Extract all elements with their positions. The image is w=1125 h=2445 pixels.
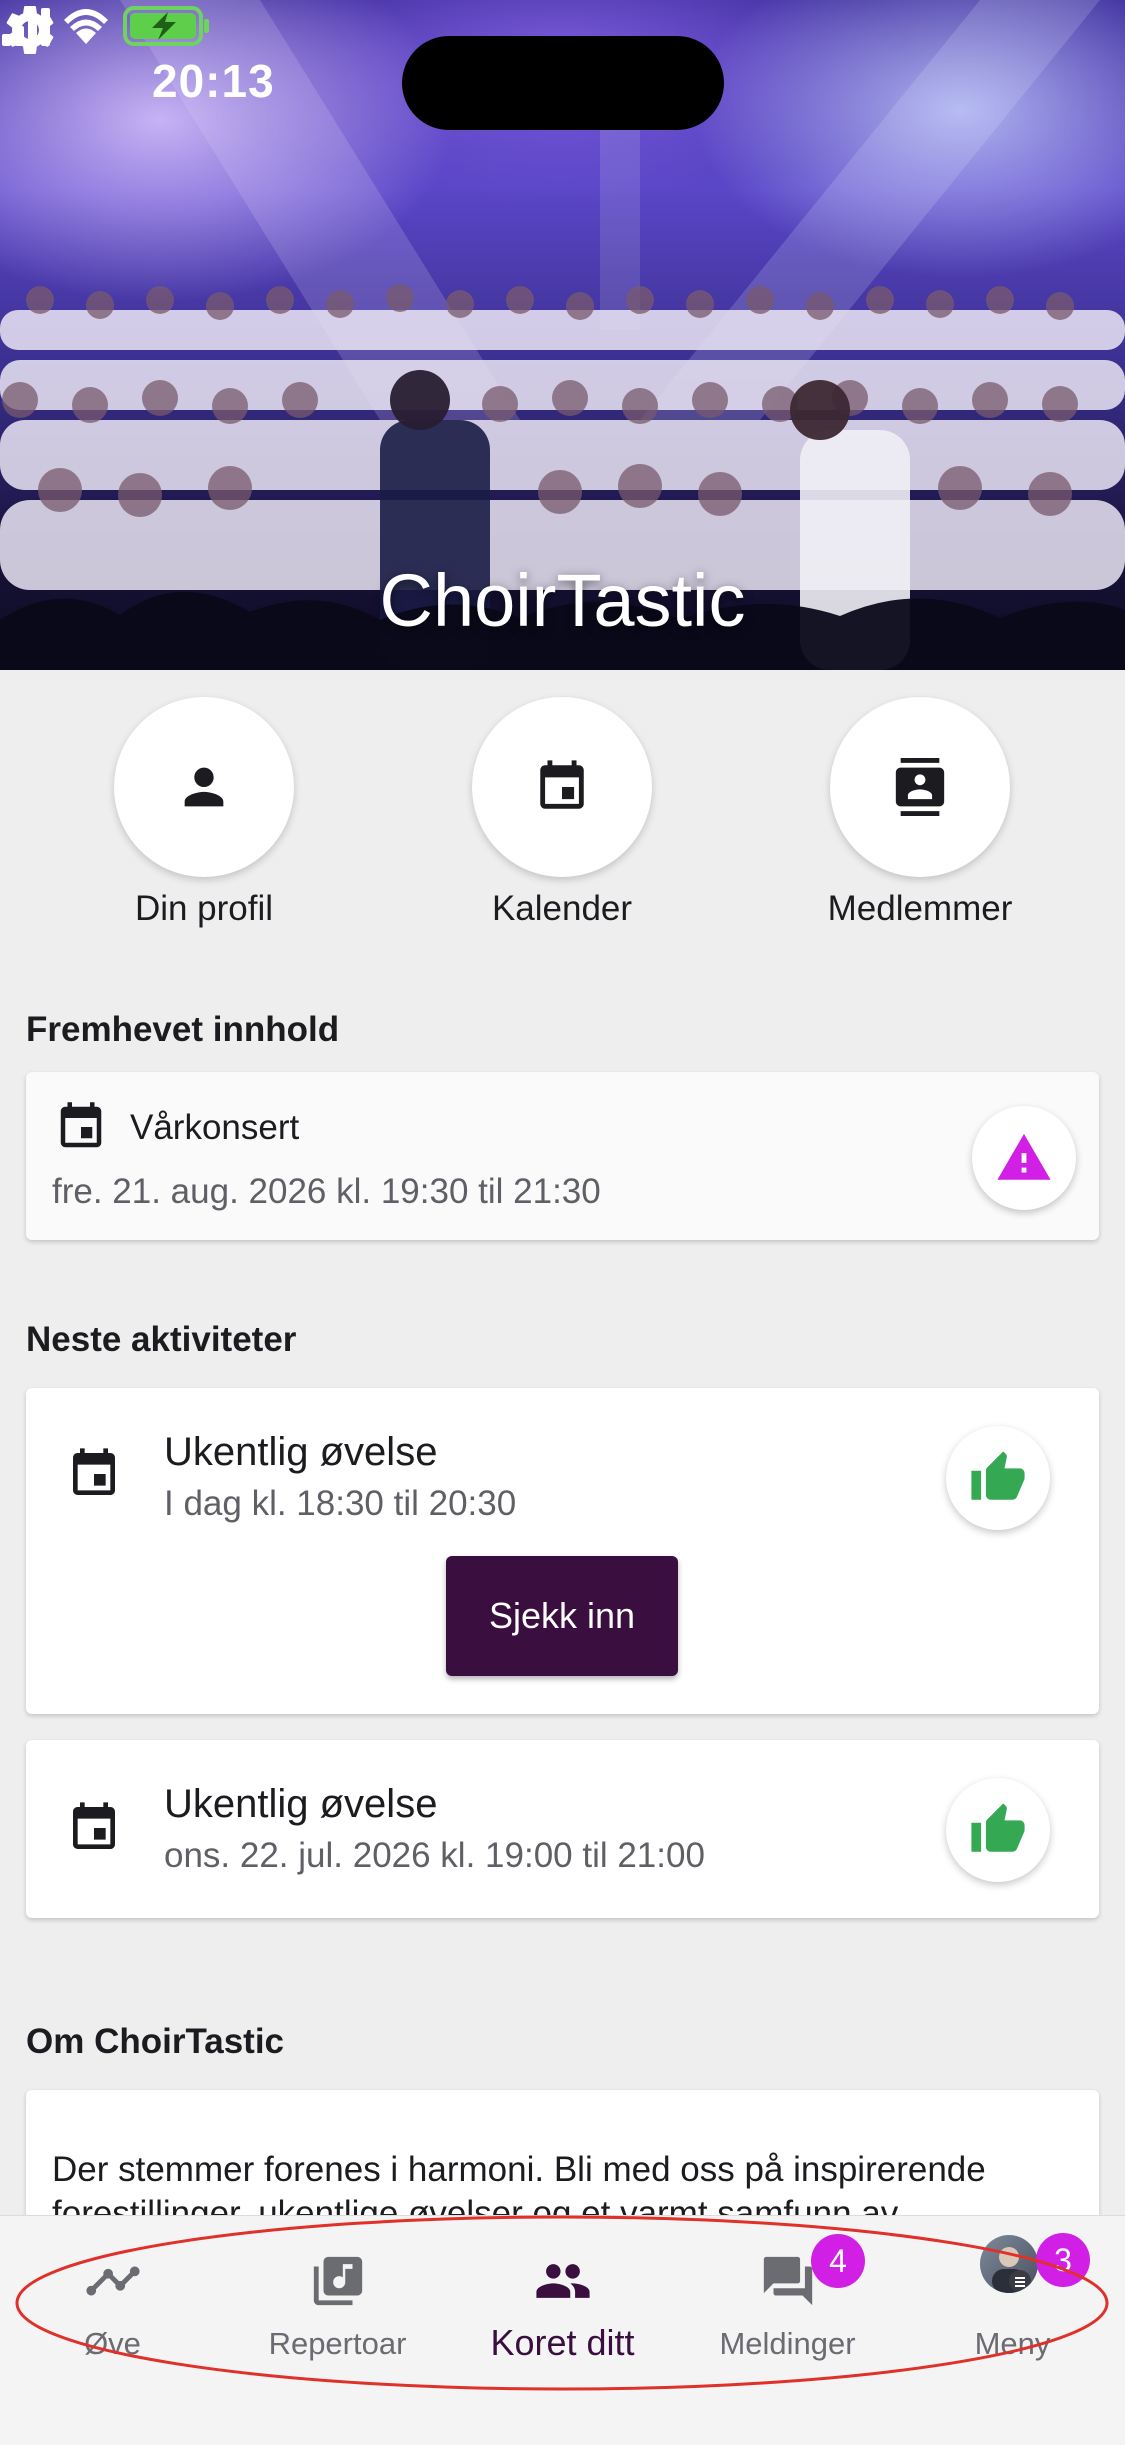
activities-section-title: Neste aktiviteter: [26, 1320, 297, 1359]
activity-title: Ukentlig øvelse: [164, 1782, 438, 1826]
battery-charging-icon: [123, 6, 209, 46]
menu-badge: 3: [1036, 2233, 1090, 2287]
profile-button[interactable]: [114, 697, 294, 877]
nav-item-koret-ditt[interactable]: Koret ditt: [450, 2234, 675, 2363]
featured-event-name: Vårkonsert: [130, 1108, 300, 1147]
featured-event-date: fre. 21. aug. 2026 kl. 19:30 til 21:30: [52, 1172, 601, 1211]
hero-banner: 20:13 ChoirTastic: [0, 0, 1125, 670]
wifi-icon: [64, 9, 108, 44]
quick-action-members[interactable]: Medlemmer: [828, 697, 1012, 928]
messages-badge: 4: [811, 2234, 865, 2288]
group-icon: [536, 2264, 590, 2298]
thumbs-up-icon: [971, 1803, 1025, 1852]
nav-label: Øve: [84, 2326, 141, 2361]
attendance-button[interactable]: [946, 1778, 1050, 1882]
attendance-button[interactable]: [946, 1426, 1050, 1530]
music-library-icon: [313, 2256, 363, 2306]
avatar-image: [992, 2247, 1031, 2293]
featured-section-title: Fremhevet innhold: [26, 1010, 340, 1049]
about-section-title: Om ChoirTastic: [26, 2022, 285, 2061]
members-button[interactable]: [830, 697, 1010, 877]
calendar-icon: [60, 1102, 102, 1148]
nav-label: Repertoar: [268, 2326, 407, 2361]
activity-title: Ukentlig øvelse: [164, 1430, 438, 1474]
warning-icon: [997, 1133, 1051, 1180]
featured-event-card[interactable]: Vårkonsert fre. 21. aug. 2026 kl. 19:30 …: [26, 1072, 1099, 1240]
contacts-icon: [895, 758, 945, 816]
person-icon: [184, 767, 224, 807]
status-bar: 20:13: [0, 0, 1125, 150]
calendar-icon: [73, 1802, 115, 1849]
nav-item-repertoar[interactable]: Repertoar: [225, 2234, 450, 2361]
nav-item-meldinger[interactable]: 4 Meldinger: [675, 2234, 900, 2361]
choir-name-title: ChoirTastic: [379, 559, 746, 642]
featured-warning-button[interactable]: [972, 1106, 1076, 1210]
activity-time: I dag kl. 18:30 til 20:30: [164, 1484, 517, 1523]
nav-label: Koret ditt: [490, 2322, 635, 2363]
nav-item-ove[interactable]: Øve: [0, 2234, 225, 2361]
quick-action-profile[interactable]: Din profil: [114, 697, 294, 928]
settings-gear-icon[interactable]: [0, 0, 60, 60]
user-avatar[interactable]: [980, 2235, 1038, 2293]
chat-icon: [763, 2256, 813, 2306]
quick-action-label: Medlemmer: [827, 889, 1013, 928]
activity-time: ons. 22. jul. 2026 kl. 19:00 til 21:00: [164, 1836, 705, 1875]
status-time: 20:13: [152, 55, 275, 107]
activity-card[interactable]: Ukentlig øvelse I dag kl. 18:30 til 20:3…: [26, 1388, 1099, 1714]
trending-icon: [86, 2266, 140, 2296]
nav-label: Meldinger: [719, 2326, 856, 2361]
check-in-button[interactable]: Sjekk inn: [446, 1556, 678, 1676]
activity-card[interactable]: Ukentlig øvelse ons. 22. jul. 2026 kl. 1…: [26, 1740, 1099, 1918]
calendar-icon: [540, 760, 584, 809]
quick-action-label: Din profil: [134, 889, 274, 928]
calendar-icon: [73, 1448, 115, 1495]
thumbs-up-icon: [971, 1451, 1025, 1500]
quick-action-calendar[interactable]: Kalender: [472, 697, 652, 928]
calendar-button[interactable]: [472, 697, 652, 877]
dynamic-island: [402, 36, 724, 130]
bottom-navigation: Øve Repertoar Koret ditt 4 Meldinger Men…: [0, 2215, 1125, 2445]
nav-label: Meny: [974, 2326, 1051, 2361]
quick-action-label: Kalender: [491, 889, 633, 928]
